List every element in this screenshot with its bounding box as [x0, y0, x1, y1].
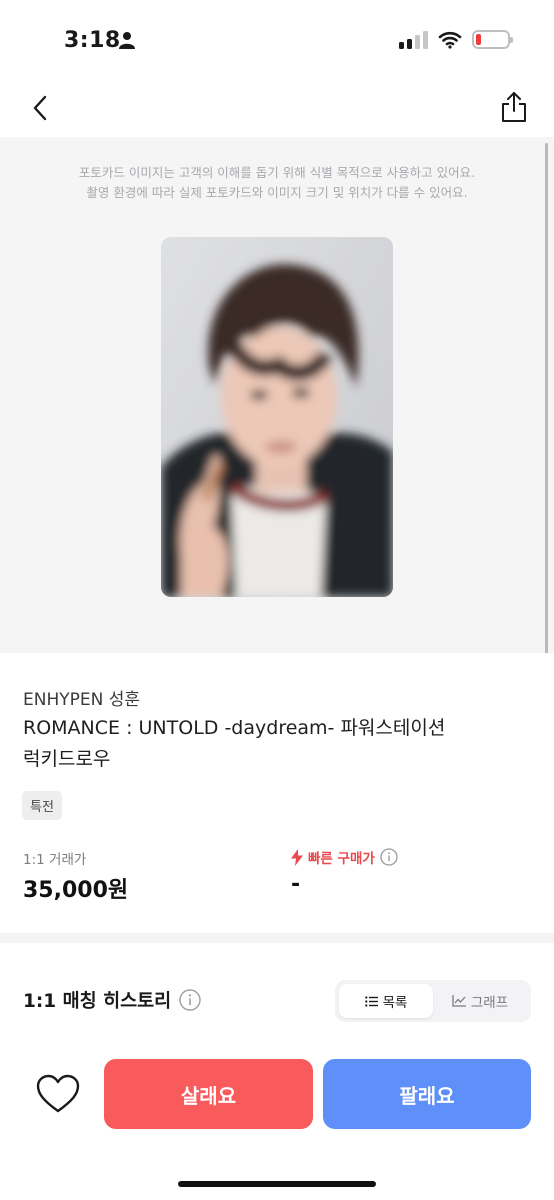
- status-time: 3:18: [64, 28, 121, 53]
- battery-level: [476, 34, 481, 45]
- photocard-image[interactable]: [161, 237, 393, 597]
- product-title-line1: ROMANCE : UNTOLD -daydream- 파워스테이션: [23, 717, 446, 739]
- product-title-line2: 럭키드로우: [23, 748, 111, 770]
- heart-icon[interactable]: [36, 1074, 80, 1114]
- battery-icon: [472, 30, 513, 49]
- sell-button[interactable]: 팔래요: [323, 1059, 531, 1129]
- fast-buy-label-text: 빠른 구매가: [308, 851, 375, 867]
- top-nav: [0, 80, 554, 136]
- status-bar: 3:18: [0, 0, 554, 80]
- buy-button[interactable]: 살래요: [104, 1059, 313, 1129]
- tab-list[interactable]: 목록: [339, 984, 433, 1018]
- one-to-one-price-label: 1:1 거래가: [23, 852, 87, 868]
- image-notice-line2: 촬영 환경에 따라 실제 포토카드와 이미지 크기 및 위치가 다를 수 있어요…: [86, 185, 468, 200]
- tab-list-label: 목록: [382, 995, 408, 1011]
- signal-icon: [399, 30, 428, 49]
- info-icon[interactable]: [380, 848, 398, 866]
- info-icon[interactable]: [179, 989, 201, 1011]
- status-icons: [399, 30, 513, 49]
- chevron-left-icon[interactable]: [26, 92, 54, 124]
- list-icon: [364, 995, 378, 1007]
- image-notice: 포토카드 이미지는 고객의 이해를 돕기 위해 식별 목적으로 사용하고 있어요…: [0, 163, 554, 203]
- product-info: ENHYPEN 성훈 ROMANCE : UNTOLD -daydream- 파…: [0, 653, 554, 933]
- history-view-toggle: 목록 그래프: [335, 980, 531, 1022]
- section-divider: [0, 933, 554, 943]
- tab-graph[interactable]: 그래프: [433, 984, 527, 1018]
- chart-icon: [452, 995, 466, 1007]
- home-indicator: [178, 1181, 376, 1187]
- share-icon[interactable]: [498, 90, 530, 124]
- image-notice-line1: 포토카드 이미지는 고객의 이해를 돕기 위해 식별 목적으로 사용하고 있어요…: [78, 165, 476, 180]
- matching-history-title: 1:1 매칭 히스토리: [23, 991, 172, 1012]
- tab-graph-label: 그래프: [470, 995, 509, 1011]
- fast-buy-price-value: -: [291, 872, 301, 897]
- artist-name: ENHYPEN 성훈: [23, 690, 141, 710]
- one-to-one-price-value: 35,000원: [23, 878, 129, 903]
- wifi-icon: [438, 31, 462, 49]
- product-title: ROMANCE : UNTOLD -daydream- 파워스테이션 럭키드로우: [23, 713, 523, 775]
- benefit-tag: 특전: [22, 791, 62, 820]
- lightning-icon: [291, 848, 303, 866]
- person-icon: [119, 32, 135, 49]
- photocard-image-area: 포토카드 이미지는 고객의 이해를 돕기 위해 식별 목적으로 사용하고 있어요…: [0, 137, 554, 663]
- fast-buy-price-label[interactable]: 빠른 구매가: [291, 847, 398, 867]
- scrollbar[interactable]: [545, 143, 548, 663]
- matching-history-header: 1:1 매칭 히스토리: [23, 987, 201, 1013]
